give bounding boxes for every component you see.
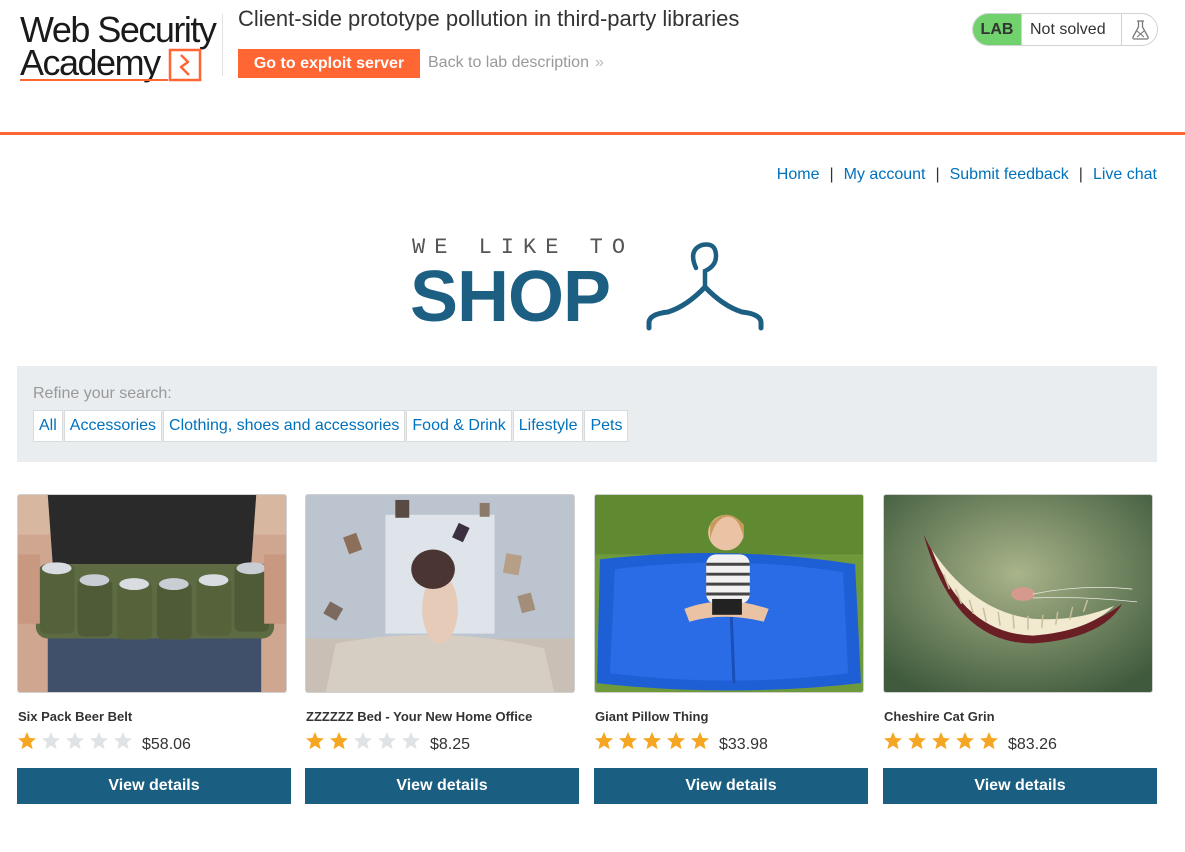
filter-accessories[interactable]: Accessories bbox=[63, 410, 163, 442]
product-name: ZZZZZZ Bed - Your New Home Office bbox=[306, 709, 533, 724]
product-image-beer-belt[interactable] bbox=[17, 494, 287, 693]
star-filled-icon bbox=[18, 732, 36, 750]
we-like-to-shop-logo: WE LIKE TO SHOP bbox=[410, 232, 770, 337]
star-filled-icon bbox=[884, 732, 902, 750]
product-card: ZZZZZZ Bed - Your New Home Office $8.25 … bbox=[305, 494, 579, 804]
back-link-label: Back to lab description bbox=[428, 54, 589, 71]
star-filled-icon bbox=[667, 732, 685, 750]
hanger-icon bbox=[646, 242, 764, 331]
top-navigation: Home | My account | Submit feedback | Live cha… bbox=[777, 166, 1157, 184]
star-filled-icon bbox=[980, 732, 998, 750]
filter-category-list: All Accessories Clothing, shoes and access… bbox=[33, 410, 629, 442]
product-card: Giant Pillow Thing $33.98 View details bbox=[594, 494, 868, 804]
star-empty-icon bbox=[114, 732, 132, 750]
go-to-exploit-server-button[interactable]: Go to exploit server bbox=[238, 49, 420, 78]
star-filled-icon bbox=[595, 732, 613, 750]
product-price: $83.26 bbox=[1008, 736, 1057, 753]
star-filled-icon bbox=[643, 732, 661, 750]
lab-status-text: Not solved bbox=[1030, 21, 1106, 38]
star-filled-icon bbox=[908, 732, 926, 750]
logo-line-2: Academy bbox=[20, 42, 161, 83]
back-to-lab-description-link[interactable]: Back to lab description » bbox=[428, 54, 604, 72]
product-image-bed-books[interactable] bbox=[305, 494, 575, 693]
star-filled-icon bbox=[619, 732, 637, 750]
flask-icon bbox=[1121, 14, 1157, 45]
nav-live-chat-link[interactable]: Live chat bbox=[1093, 166, 1157, 183]
nav-home-link[interactable]: Home bbox=[777, 166, 820, 183]
web-security-academy-logo[interactable]: Web Security Academy bbox=[18, 10, 218, 85]
product-price: $33.98 bbox=[719, 736, 768, 753]
refine-search-label: Refine your search: bbox=[33, 385, 172, 402]
product-rating bbox=[305, 731, 425, 753]
nav-my-account-link[interactable]: My account bbox=[844, 166, 926, 183]
lab-title: Client-side prototype pollution in third… bbox=[238, 6, 740, 31]
star-filled-icon bbox=[932, 732, 950, 750]
product-card: Cheshire Cat Grin $83.26 View details bbox=[883, 494, 1157, 804]
star-empty-icon bbox=[90, 732, 108, 750]
header-divider bbox=[222, 14, 223, 76]
filter-lifestyle[interactable]: Lifestyle bbox=[512, 410, 584, 442]
product-rating bbox=[594, 731, 714, 753]
product-rating bbox=[883, 731, 1003, 753]
nav-separator: | bbox=[829, 166, 834, 183]
view-details-button[interactable]: View details bbox=[883, 768, 1157, 804]
double-chevron-right-icon: » bbox=[594, 54, 604, 71]
nav-separator: | bbox=[935, 166, 940, 183]
product-image-cheshire-grin[interactable] bbox=[883, 494, 1153, 693]
view-details-button[interactable]: View details bbox=[305, 768, 579, 804]
view-details-button[interactable]: View details bbox=[594, 768, 868, 804]
product-name: Giant Pillow Thing bbox=[595, 709, 709, 724]
star-filled-icon bbox=[330, 732, 348, 750]
lab-badge: LAB bbox=[973, 14, 1022, 45]
product-grid: Six Pack Beer Belt $58.06 View details Z… bbox=[17, 494, 1157, 804]
star-empty-icon bbox=[66, 732, 84, 750]
nav-separator: | bbox=[1078, 166, 1083, 183]
filter-all[interactable]: All bbox=[33, 410, 63, 442]
star-empty-icon bbox=[354, 732, 372, 750]
product-name: Six Pack Beer Belt bbox=[18, 709, 133, 724]
filter-clothing-shoes-accessories[interactable]: Clothing, shoes and accessories bbox=[163, 410, 406, 442]
star-filled-icon bbox=[306, 732, 324, 750]
star-filled-icon bbox=[956, 732, 974, 750]
product-price: $58.06 bbox=[142, 736, 191, 753]
view-details-button[interactable]: View details bbox=[17, 768, 291, 804]
shop-logo-word: SHOP bbox=[410, 257, 611, 337]
filter-pets[interactable]: Pets bbox=[584, 410, 629, 442]
star-empty-icon bbox=[378, 732, 396, 750]
lab-status-widget: LAB Not solved bbox=[972, 13, 1158, 46]
product-name: Cheshire Cat Grin bbox=[884, 709, 995, 724]
filter-food-drink[interactable]: Food & Drink bbox=[406, 410, 512, 442]
product-card: Six Pack Beer Belt $58.06 View details bbox=[17, 494, 291, 804]
product-image-giant-pillow[interactable] bbox=[594, 494, 864, 693]
logo-underline bbox=[20, 79, 168, 81]
product-price: $8.25 bbox=[430, 736, 471, 753]
star-empty-icon bbox=[42, 732, 60, 750]
academy-header: Web Security Academy Client-side prototy… bbox=[0, 0, 1185, 135]
academy-bolt-icon bbox=[168, 48, 202, 82]
star-empty-icon bbox=[402, 732, 420, 750]
nav-submit-feedback-link[interactable]: Submit feedback bbox=[950, 166, 1069, 183]
search-filter-panel: Refine your search: All Accessories Clothi… bbox=[17, 366, 1157, 462]
star-filled-icon bbox=[691, 732, 709, 750]
product-rating bbox=[17, 731, 137, 753]
